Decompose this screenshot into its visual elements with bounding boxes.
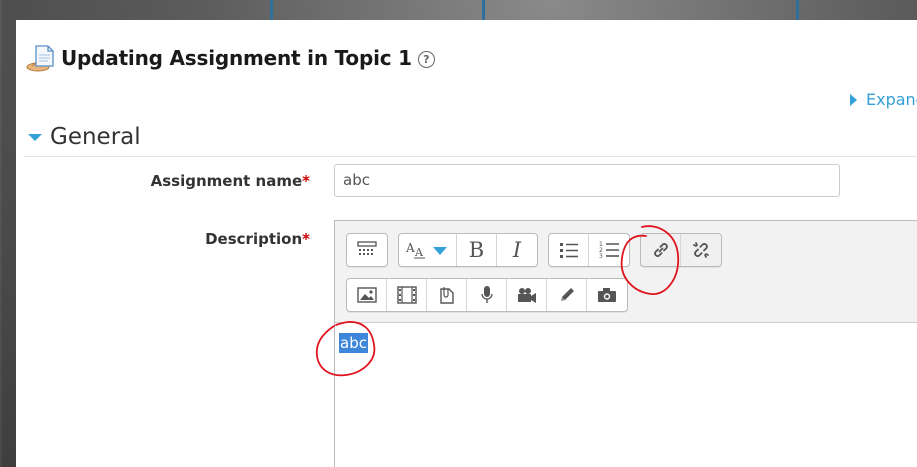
expand-all-link[interactable]: Expand all <box>850 90 917 109</box>
help-icon[interactable]: ? <box>417 50 435 68</box>
italic-icon[interactable]: I <box>497 234 537 266</box>
description-label-text: Description <box>205 230 303 248</box>
ordered-list-icon[interactable]: 123 <box>589 234 629 266</box>
caret-right-icon <box>850 93 857 106</box>
drawing-icon[interactable] <box>547 279 587 311</box>
toolbar-group-style: A A B I <box>398 233 538 267</box>
image-icon[interactable] <box>347 279 387 311</box>
assignment-name-input[interactable]: abc <box>334 164 840 197</box>
required-mark: * <box>302 172 310 190</box>
section-legend: General <box>50 123 141 150</box>
toolbar-group-collapse <box>346 233 388 267</box>
assignment-name-label-text: Assignment name <box>150 172 303 190</box>
background-post <box>270 0 273 20</box>
editor-toolbar: A A B I 123 <box>335 221 917 323</box>
screenshot-camera-icon[interactable] <box>587 279 627 311</box>
manage-files-icon[interactable] <box>427 279 467 311</box>
toolbar-group-media <box>346 278 628 312</box>
page-heading: Updating Assignment in Topic 1 ? <box>26 42 435 74</box>
record-video-icon[interactable] <box>507 279 547 311</box>
background-post <box>482 0 485 20</box>
description-label: Description* <box>110 230 310 248</box>
selected-text[interactable]: abc <box>339 333 368 353</box>
editor-content[interactable]: abc <box>335 323 917 467</box>
unlink-icon[interactable] <box>681 234 721 266</box>
background-post <box>796 0 799 20</box>
font-style-icon[interactable]: A A <box>399 234 457 266</box>
caret-down-icon <box>28 134 42 141</box>
main-panel: Updating Assignment in Topic 1 ? Expand … <box>16 20 917 467</box>
unordered-list-icon[interactable] <box>549 234 589 266</box>
assignment-name-label: Assignment name* <box>110 172 310 190</box>
expand-all-label: Expand all <box>866 90 917 109</box>
page-title: Updating Assignment in Topic 1 <box>61 46 412 70</box>
assignment-icon <box>26 43 58 73</box>
show-more-buttons-icon[interactable] <box>347 234 387 266</box>
media-icon[interactable] <box>387 279 427 311</box>
description-editor[interactable]: A A B I 123 abc <box>334 220 917 467</box>
toolbar-group-links <box>640 233 722 267</box>
record-audio-icon[interactable] <box>467 279 507 311</box>
svg-text:A: A <box>405 241 415 255</box>
toolbar-group-lists: 123 <box>548 233 630 267</box>
general-section-toggle[interactable]: General <box>24 117 917 157</box>
required-mark: * <box>302 230 310 248</box>
bold-icon[interactable]: B <box>457 234 497 266</box>
link-icon[interactable] <box>641 234 681 266</box>
svg-text:A: A <box>414 246 424 259</box>
svg-text:3: 3 <box>599 253 603 260</box>
